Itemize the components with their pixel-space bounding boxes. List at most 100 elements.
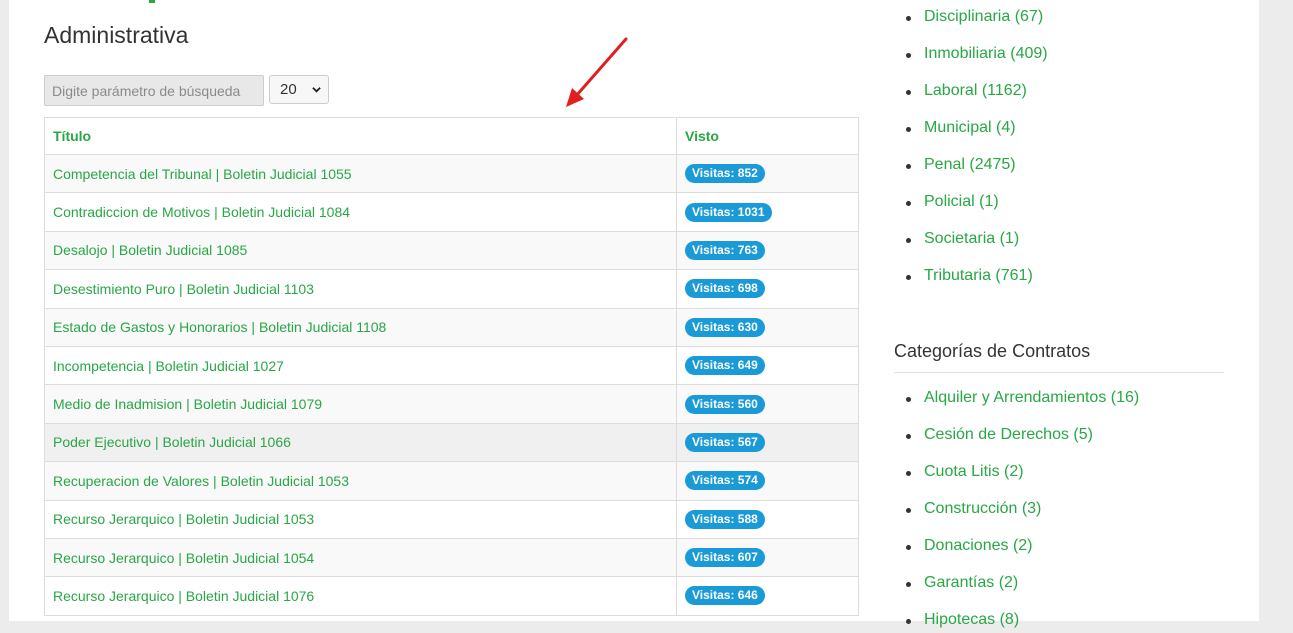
views-badge: Visitas: 698	[685, 279, 765, 299]
views-cell: Visitas: 646	[676, 576, 859, 616]
category-link[interactable]: Laboral (1162)	[924, 82, 1027, 100]
bullet-icon	[906, 434, 911, 439]
table-row[interactable]: Competencia del Tribunal | Boletin Judic…	[44, 153, 859, 194]
views-badge: Visitas: 649	[685, 356, 765, 376]
search-row: 20	[44, 75, 444, 106]
bullet-icon	[906, 164, 911, 169]
category-link[interactable]: Policial (1)	[924, 193, 999, 211]
category-link[interactable]: Cesión de Derechos (5)	[924, 426, 1093, 444]
title-cell: Competencia del Tribunal | Boletin Judic…	[44, 153, 677, 194]
document-link[interactable]: Medio de Inadmision | Boletin Judicial 1…	[53, 396, 322, 412]
category-link[interactable]: Penal (2475)	[924, 156, 1016, 174]
chevron-down-icon	[312, 87, 321, 93]
views-cell: Visitas: 567	[676, 422, 859, 463]
column-header-title[interactable]: Título	[44, 117, 677, 155]
views-badge: Visitas: 574	[685, 471, 765, 491]
page: Administrativa 20 Título Visto Competenc…	[9, 0, 1259, 628]
views-cell: Visitas: 630	[676, 307, 859, 347]
results-table: Título Visto Competencia del Tribunal | …	[44, 117, 859, 616]
category-link[interactable]: Alquiler y Arrendamientos (16)	[924, 389, 1139, 407]
views-cell: Visitas: 574	[676, 461, 859, 501]
table-row[interactable]: Desestimiento Puro | Boletin Judicial 11…	[44, 269, 859, 309]
document-link[interactable]: Incompetencia | Boletin Judicial 1027	[53, 358, 284, 374]
page-size-value: 20	[280, 81, 297, 98]
title-cell: Recurso Jerarquico | Boletin Judicial 10…	[44, 576, 677, 616]
document-link[interactable]: Desalojo | Boletin Judicial 1085	[53, 242, 247, 258]
views-badge: Visitas: 1031	[685, 202, 772, 222]
views-cell: Visitas: 698	[676, 269, 859, 309]
views-badge: Visitas: 560	[685, 394, 765, 414]
bullet-icon	[906, 275, 911, 280]
document-link[interactable]: Recurso Jerarquico | Boletin Judicial 10…	[53, 550, 314, 566]
views-cell: Visitas: 763	[676, 230, 859, 271]
category-link[interactable]: Donaciones (2)	[924, 537, 1033, 555]
title-cell: Incompetencia | Boletin Judicial 1027	[44, 345, 677, 386]
table-row[interactable]: Recurso Jerarquico | Boletin Judicial 10…	[44, 537, 859, 578]
category-link[interactable]: Disciplinaria (67)	[924, 8, 1043, 26]
title-cell: Poder Ejecutivo | Boletin Judicial 1066	[44, 422, 677, 463]
table-row[interactable]: Medio de Inadmision | Boletin Judicial 1…	[44, 384, 859, 424]
views-badge: Visitas: 630	[685, 317, 765, 337]
category-link[interactable]: Garantías (2)	[924, 574, 1018, 592]
views-cell: Visitas: 607	[676, 537, 859, 578]
views-cell: Visitas: 649	[676, 345, 859, 386]
page-size-select[interactable]: 20	[269, 75, 329, 104]
views-badge: Visitas: 607	[685, 548, 765, 568]
column-header-views[interactable]: Visto	[676, 117, 859, 155]
document-link[interactable]: Recurso Jerarquico | Boletin Judicial 10…	[53, 511, 314, 527]
title-cell: Estado de Gastos y Honorarios | Boletin …	[44, 307, 677, 347]
views-badge: Visitas: 567	[685, 432, 765, 452]
category-link[interactable]: Hipotecas (8)	[924, 611, 1019, 629]
views-cell: Visitas: 1031	[676, 192, 859, 232]
table-row[interactable]: Poder Ejecutivo | Boletin Judicial 1066 V…	[44, 422, 859, 463]
category-link[interactable]: Municipal (4)	[924, 119, 1016, 137]
bullet-icon	[906, 397, 911, 402]
search-input[interactable]	[44, 75, 264, 106]
category-link[interactable]: Cuota Litis (2)	[924, 463, 1024, 481]
views-cell: Visitas: 560	[676, 384, 859, 424]
table-row[interactable]: Recuperacion de Valores | Boletin Judici…	[44, 461, 859, 501]
table-row[interactable]: Desalojo | Boletin Judicial 1085 Visitas:…	[44, 230, 859, 271]
table-row[interactable]: Incompetencia | Boletin Judicial 1027 Vis…	[44, 345, 859, 386]
bullet-icon	[906, 16, 911, 21]
category-link[interactable]: Societaria (1)	[924, 230, 1019, 248]
document-link[interactable]: Contradiccion de Motivos | Boletin Judic…	[53, 204, 350, 220]
category-link[interactable]: Tributaria (761)	[924, 267, 1033, 285]
bullet-icon	[906, 127, 911, 132]
annotation-arrow-icon	[566, 37, 628, 107]
table-row[interactable]: Recurso Jerarquico | Boletin Judicial 10…	[44, 499, 859, 539]
bullet-icon	[906, 619, 911, 624]
title-cell: Medio de Inadmision | Boletin Judicial 1…	[44, 384, 677, 424]
table-row[interactable]: Recurso Jerarquico | Boletin Judicial 10…	[44, 576, 859, 616]
bullet-icon	[906, 508, 911, 513]
views-badge: Visitas: 763	[685, 240, 765, 260]
document-link[interactable]: Recurso Jerarquico | Boletin Judicial 10…	[53, 588, 314, 604]
table-row[interactable]: Contradiccion de Motivos | Boletin Judic…	[44, 192, 859, 232]
bullet-icon	[906, 90, 911, 95]
document-link[interactable]: Recuperacion de Valores | Boletin Judici…	[53, 473, 349, 489]
document-link[interactable]: Estado de Gastos y Honorarios | Boletin …	[53, 319, 386, 335]
title-cell: Contradiccion de Motivos | Boletin Judic…	[44, 192, 677, 232]
contracts-section-title: Categorías de Contratos	[894, 341, 1091, 361]
title-cell: Desalojo | Boletin Judicial 1085	[44, 230, 677, 271]
category-link[interactable]: Inmobiliaria (409)	[924, 45, 1048, 63]
bullet-icon	[906, 545, 911, 550]
category-link[interactable]: Construcción (3)	[924, 500, 1041, 518]
views-badge: Visitas: 588	[685, 509, 765, 529]
views-cell: Visitas: 588	[676, 499, 859, 539]
title-cell: Recurso Jerarquico | Boletin Judicial 10…	[44, 537, 677, 578]
table-row[interactable]: Estado de Gastos y Honorarios | Boletin …	[44, 307, 859, 347]
bullet-icon	[906, 582, 911, 587]
title-cell: Recuperacion de Valores | Boletin Judici…	[44, 461, 677, 501]
section-divider	[894, 372, 1224, 373]
bullet-icon	[906, 53, 911, 58]
views-cell: Visitas: 852	[676, 153, 859, 194]
document-link[interactable]: Competencia del Tribunal | Boletin Judic…	[53, 166, 352, 182]
bullet-icon	[906, 201, 911, 206]
table-header-row: Título Visto	[44, 117, 859, 155]
document-link[interactable]: Desestimiento Puro | Boletin Judicial 11…	[53, 281, 314, 297]
views-badge: Visitas: 852	[685, 164, 765, 184]
bullet-icon	[906, 238, 911, 243]
page-title: Administrativa	[44, 22, 189, 48]
document-link[interactable]: Poder Ejecutivo | Boletin Judicial 1066	[53, 434, 291, 450]
